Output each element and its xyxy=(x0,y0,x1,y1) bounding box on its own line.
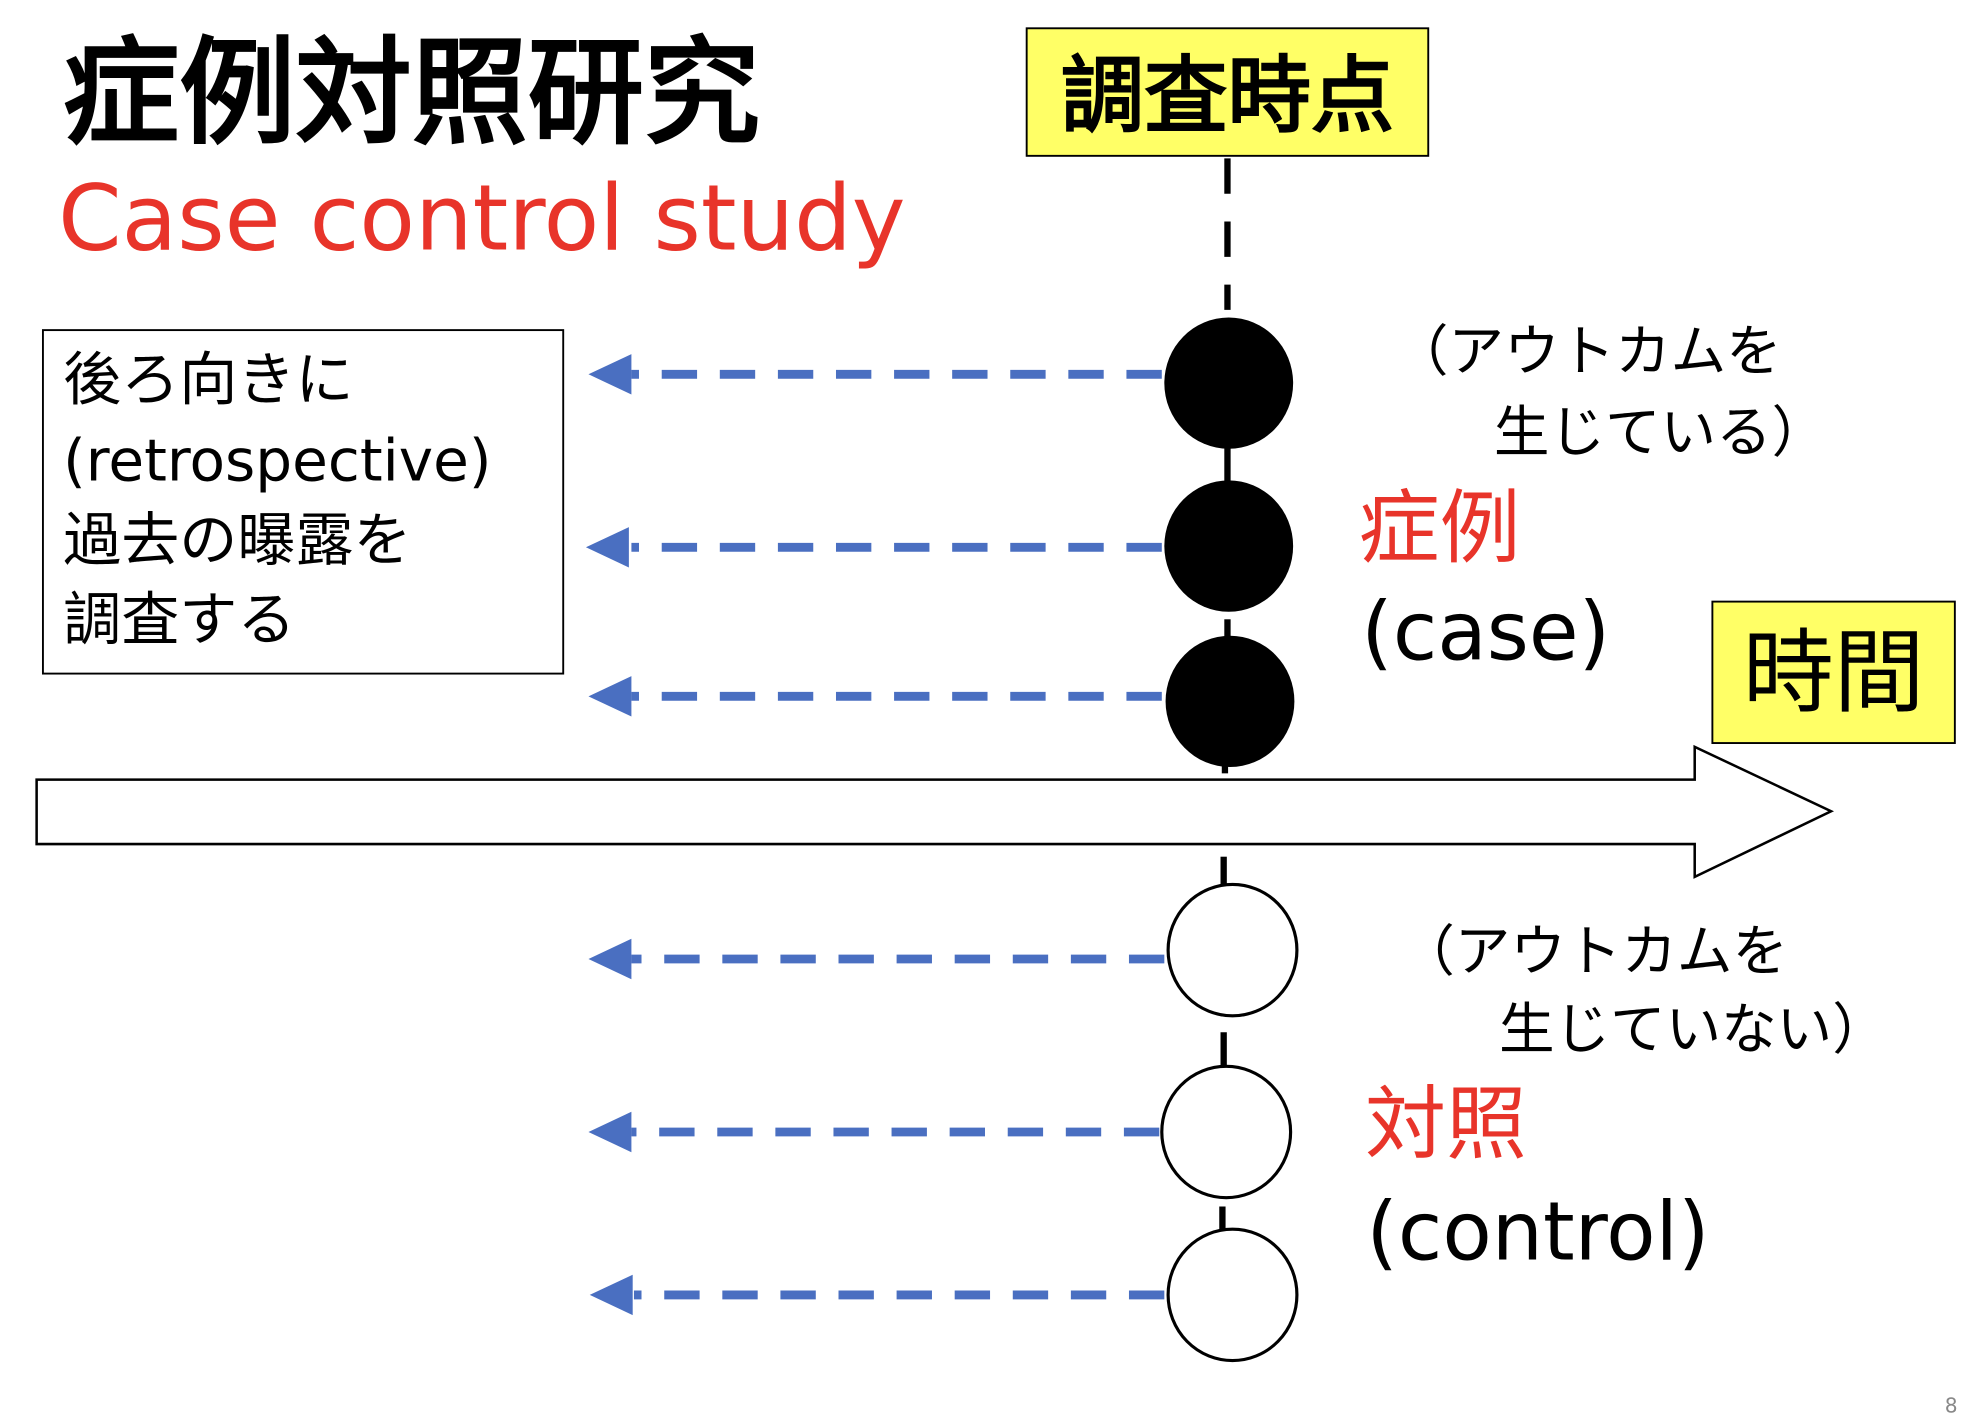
survey-point-box: 調査時点 xyxy=(1025,27,1430,157)
control-circle xyxy=(1166,882,1299,1018)
retro-line-2: (retrospective) xyxy=(63,426,491,494)
case-label-en: (case) xyxy=(1361,586,1610,680)
time-box: 時間 xyxy=(1711,600,1956,744)
control-circles xyxy=(1160,882,1299,1363)
retro-line-4: 調査する xyxy=(63,585,295,653)
arrow-2 xyxy=(585,527,1162,568)
time-label: 時間 xyxy=(1743,621,1925,726)
retro-line-3: 過去の曝露を xyxy=(63,506,411,574)
slide-title: 症例対照研究 xyxy=(63,26,760,161)
page-number: 8 xyxy=(1945,1393,1958,1417)
control-label-en: (control) xyxy=(1366,1186,1709,1280)
case-outcome-line1: （アウトカムを xyxy=(1393,320,1782,385)
case-circle xyxy=(1164,317,1294,449)
control-label-ja: 対照 xyxy=(1365,1078,1527,1172)
case-circle xyxy=(1164,480,1294,612)
slide-subtitle: Case control study xyxy=(58,166,906,271)
control-circle xyxy=(1166,1227,1299,1363)
case-label-ja: 症例 xyxy=(1359,482,1521,576)
arrow-3 xyxy=(588,676,1162,717)
control-outcome-line2: 生じていない） xyxy=(1499,998,1888,1063)
time-arrow xyxy=(35,744,1835,879)
retro-line-1: 後ろ向きに xyxy=(63,346,353,414)
case-circles xyxy=(1164,317,1295,768)
control-circle xyxy=(1160,1064,1293,1200)
control-outcome-line1: （アウトカムを xyxy=(1399,919,1788,984)
arrow-5 xyxy=(588,1111,1160,1153)
case-control-diagram: 症例対照研究 Case control study 調査時点 後ろ向きに (re… xyxy=(35,26,1958,1417)
case-circle xyxy=(1165,635,1295,768)
survey-point-label: 調査時点 xyxy=(1061,47,1394,144)
retrospective-box: 後ろ向きに (retrospective) 過去の曝露を 調査する xyxy=(41,329,565,675)
arrow-1 xyxy=(588,354,1162,395)
arrow-4 xyxy=(588,938,1165,980)
case-outcome-line2: 生じている） xyxy=(1494,400,1827,465)
arrow-6 xyxy=(589,1274,1165,1316)
